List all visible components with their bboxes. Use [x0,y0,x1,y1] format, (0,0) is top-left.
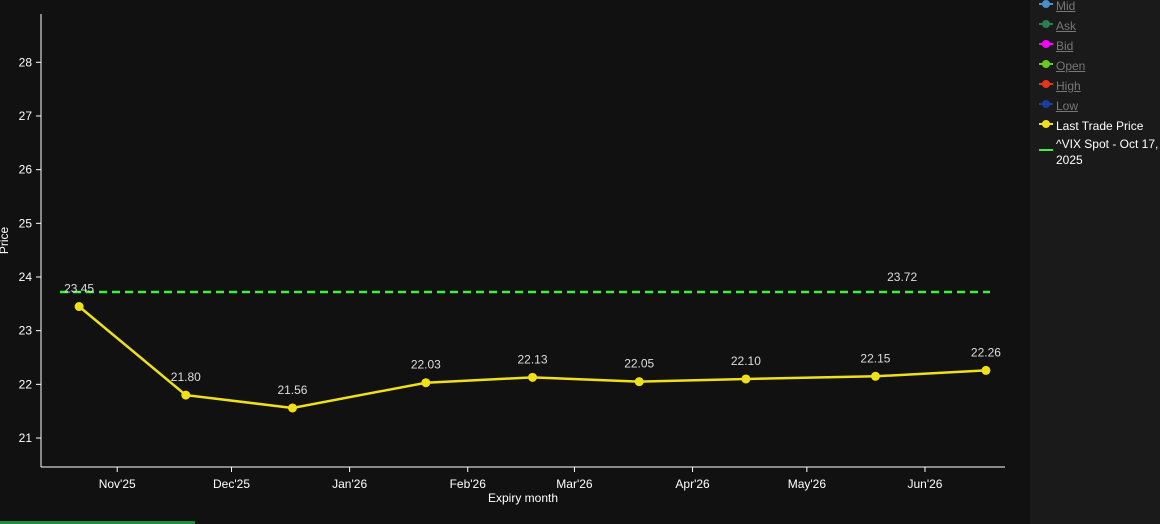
legend-item[interactable]: Bid [1039,38,1160,54]
dot-marker-icon [1039,78,1053,90]
y-tick-label: 28 [19,55,33,69]
y-tick-label: 23 [19,324,33,338]
data-label: 22.13 [518,352,548,366]
data-label: 22.26 [971,345,1001,359]
legend-item[interactable]: Mid [1039,0,1160,14]
legend-item[interactable]: Low [1039,98,1160,114]
data-point [981,365,991,375]
legend-label: Mid [1056,0,1076,13]
legend-item[interactable]: High [1039,78,1160,94]
x-tick-label: Dec'25 [213,477,250,491]
dot-marker-icon [1039,118,1053,130]
x-axis-title: Expiry month [488,491,558,505]
data-label: 22.03 [411,358,441,372]
legend-label: Bid [1056,39,1074,53]
y-tick-label: 22 [19,377,33,391]
x-tick-label: Jan'26 [332,477,367,491]
x-tick-label: Feb'26 [450,477,487,491]
x-tick-label: Jun'26 [907,477,942,491]
data-point [634,377,644,387]
legend-item[interactable]: Ask [1039,18,1160,34]
legend-item[interactable]: Open [1039,58,1160,74]
x-tick-label: Mar'26 [556,477,593,491]
legend-label: Ask [1056,19,1077,33]
y-tick-label: 24 [19,270,33,284]
dot-marker-icon [1039,98,1053,110]
data-point [870,371,880,381]
dot-marker-icon [1039,18,1053,30]
y-tick-label: 25 [19,216,33,230]
chart-area: 21 22 23 24 25 26 27 28 Nov'25 Dec'25 Jan'26 Feb'26… [0,14,1005,505]
data-point [528,372,538,382]
data-point [287,403,297,413]
data-label: 21.80 [171,370,201,384]
data-point [181,390,191,400]
data-label: 23.45 [64,282,94,296]
y-tick-label: 21 [19,431,33,445]
legend-label: ^VIX Spot - Oct 17, 2025 [1056,137,1159,167]
dot-marker-icon [1039,58,1053,70]
data-label: 22.15 [860,351,890,365]
y-tick-label: 27 [19,109,33,123]
data-label: 21.56 [277,383,307,397]
y-axis-title: Price [0,227,11,255]
data-label: 22.05 [624,357,654,371]
legend-label: Last Trade Price [1056,119,1144,133]
dot-marker-icon [1039,38,1053,50]
data-point [421,378,431,388]
y-tick-label: 26 [19,163,33,177]
x-tick-label: Apr'26 [675,477,710,491]
x-tick-label: Nov'25 [99,477,136,491]
legend-item[interactable]: ^VIX Spot - Oct 17, 2025 [1039,136,1160,168]
dot-marker-icon [1039,0,1053,10]
x-tick-label: May'26 [788,477,827,491]
spot-value-label: 23.72 [887,270,917,284]
data-point [74,302,84,312]
data-point [741,374,751,384]
line-marker-icon [1039,144,1053,156]
legend-label: Low [1056,99,1079,113]
legend: Mid Ask Bid Open High Low Last Trade Price ^VIX… [1030,0,1160,524]
data-label: 22.10 [731,354,761,368]
legend-label: Open [1056,59,1086,73]
legend-label: High [1056,79,1081,93]
legend-item[interactable]: Last Trade Price [1039,118,1160,134]
